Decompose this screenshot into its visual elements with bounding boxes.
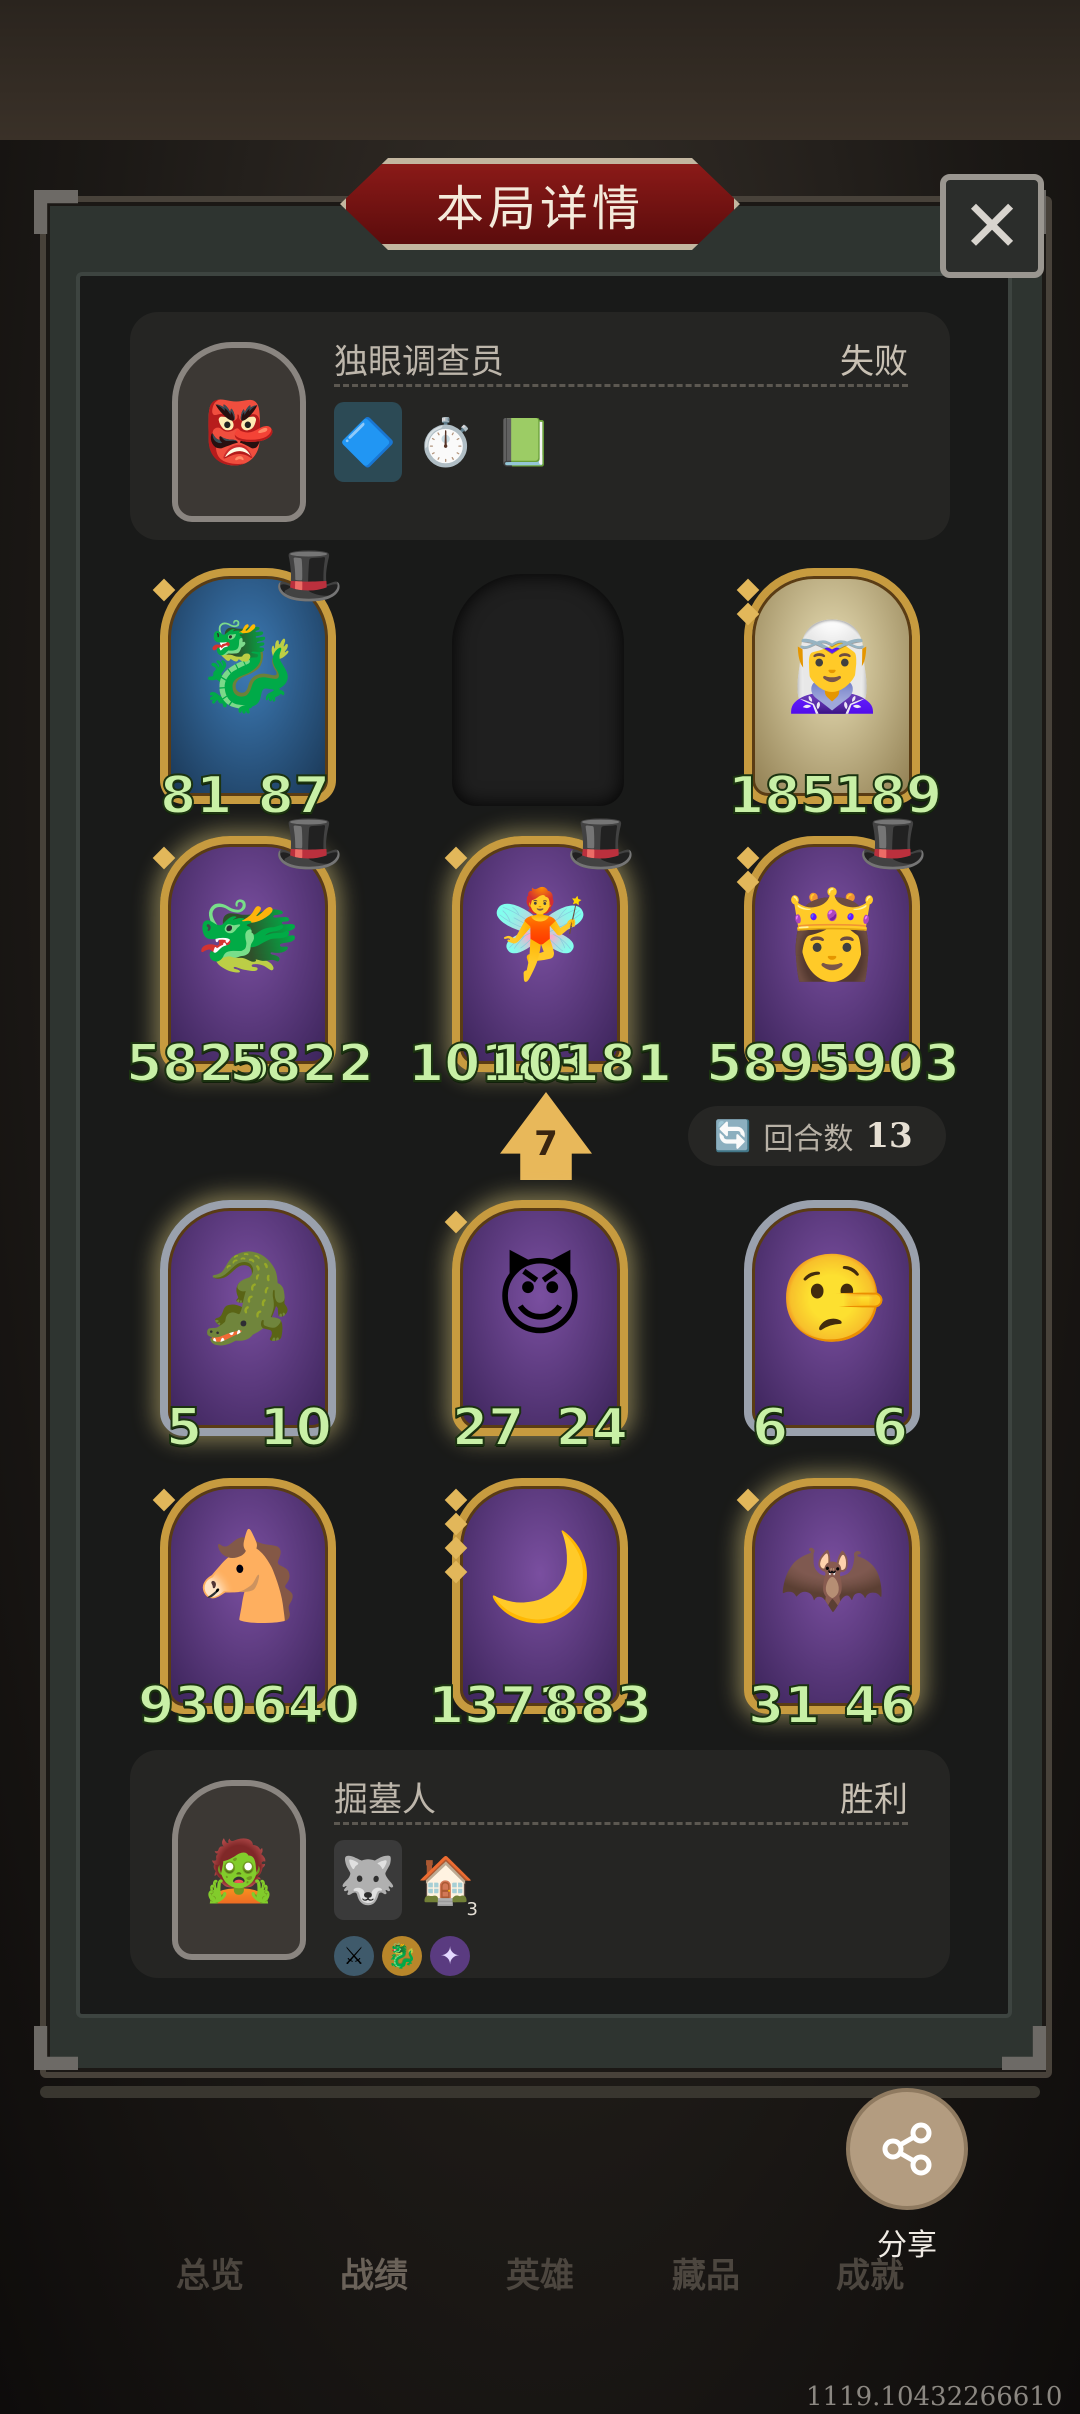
gravedigger-portrait-icon: 🧟 [201,1835,277,1906]
health-value: 46 [843,1675,917,1737]
background-header [0,0,1080,140]
opponent-minion-card[interactable]: 🎩 🧚 10183 10181 [407,811,673,1095]
health-value: 24 [555,1397,629,1459]
opponent-portrait-icon: 👺 [201,397,277,468]
tab-record[interactable]: 战绩 [340,2248,408,2297]
elf-portrait-icon: 🧝‍♀️ [778,617,886,717]
round-counter: 🔄 回合数 13 [688,1106,946,1166]
item-count-badge: 3 [466,1899,478,1920]
player-minion-card[interactable]: 🐊 5 10 [160,1200,336,1459]
top-hat-icon: 🎩 [566,811,636,876]
player-name: 掘墓人 [334,1780,436,1820]
health-value: 5822 [228,1033,375,1095]
opponent-minion-card[interactable]: 🎩 👸 5899 5903 [705,811,961,1095]
princess-portrait-icon: 👸 [778,885,886,985]
top-hat-icon: 🎩 [858,811,928,876]
bat-demon-portrait-icon: 🦇 [778,1527,886,1627]
attack-value: 185 [727,765,838,827]
divider [334,1822,908,1825]
demon-girl-portrait-icon: 😈 [495,1248,585,1348]
health-value: 10 [259,1397,333,1459]
health-value: 5903 [814,1033,961,1095]
page-title: 本局详情 [340,158,740,250]
star-buff-icon[interactable]: ✦ [430,1936,470,1976]
green-book-icon[interactable]: 📗 [490,402,558,482]
attack-value: 6 [751,1397,789,1459]
attack-value: 81 [159,765,233,827]
opponent-minion-card[interactable]: 🎩 🐉 81 87 [152,543,344,827]
health-value: 640 [250,1675,361,1737]
round-value: 13 [865,1116,913,1156]
top-hat-icon: 🎩 [274,811,344,876]
croc-portrait-icon: 🐊 [194,1249,302,1349]
player-info: 🧟 掘墓人 胜利 🐺 🏠 3 ⚔ 🐉 ✦ [130,1750,950,1978]
health-value: 10181 [490,1033,673,1095]
crystal-shard-icon[interactable]: 🔷 [334,402,402,482]
horse-portrait-icon: 🐴 [194,1527,302,1627]
player-buffs: ⚔ 🐉 ✦ [334,1936,470,1976]
player-items: 🐺 🏠 3 [334,1840,480,1920]
attack-value: 930 [137,1675,248,1737]
rounds-icon: 🔄 [714,1118,752,1154]
opponent-minion-card[interactable]: 🎩 🐲 5825 5822 [125,811,375,1095]
opponent-info: 👺 独眼调查员 失败 🔷 ⏱️ 📗 [130,312,950,540]
attack-value: 5 [165,1397,203,1459]
dragon-buff-icon[interactable]: 🐉 [382,1936,422,1976]
player-minion-card[interactable]: 🤥 6 6 [744,1200,920,1459]
health-value: 6 [871,1397,909,1459]
pocket-watch-icon[interactable]: ⏱️ [412,402,480,482]
dragon-portrait-icon: 🐉 [194,617,302,717]
opponent-result: 失败 [840,342,908,382]
wolf-relic-icon[interactable]: 🐺 [334,1840,402,1920]
moon-portrait-icon: 🌙 [486,1527,594,1627]
player-minion-card[interactable]: 😈 27 24 [444,1200,629,1459]
share-button[interactable] [846,2088,968,2210]
puppet-portrait-icon: 🤥 [778,1249,886,1349]
round-label: 回合数 [763,1122,854,1157]
divider [334,384,908,387]
footer-id: 1119.10432266610 [806,2382,1063,2412]
close-icon: ✕ [961,184,1023,268]
shadow-dragon-portrait-icon: 🐲 [194,885,302,985]
house-icon[interactable]: 🏠 3 [412,1840,480,1921]
attack-value: 31 [747,1675,821,1737]
tab-achievements[interactable]: 成就 [836,2248,904,2297]
share-icon [882,2122,932,2176]
empty-card-slot [452,574,624,806]
tab-heroes[interactable]: 英雄 [506,2248,574,2297]
opponent-minion-card[interactable]: 🧝‍♀️ 185 189 [727,568,943,827]
tier-value: 7 [534,1124,558,1164]
player-minion-card[interactable]: 🐴 930 640 [137,1478,361,1737]
top-hat-icon: 🎩 [274,543,344,608]
opponent-items: 🔷 ⏱️ 📗 [334,402,558,482]
sword-buff-icon[interactable]: ⚔ [334,1936,374,1976]
tab-collection[interactable]: 藏品 [672,2248,740,2297]
dryad-portrait-icon: 🧚 [486,885,594,985]
attack-value: 27 [451,1397,525,1459]
health-value: 883 [542,1675,653,1737]
player-minion-card[interactable]: 🌙 1371 883 [427,1478,653,1737]
tab-overview[interactable]: 总览 [176,2248,244,2297]
opponent-name: 独眼调查员 [334,342,504,382]
close-button[interactable]: ✕ [940,174,1044,278]
player-minion-card[interactable]: 🦇 31 46 [736,1478,920,1737]
player-avatar[interactable]: 🧟 [172,1780,306,1960]
player-result: 胜利 [840,1780,908,1820]
opponent-avatar[interactable]: 👺 [172,342,306,522]
